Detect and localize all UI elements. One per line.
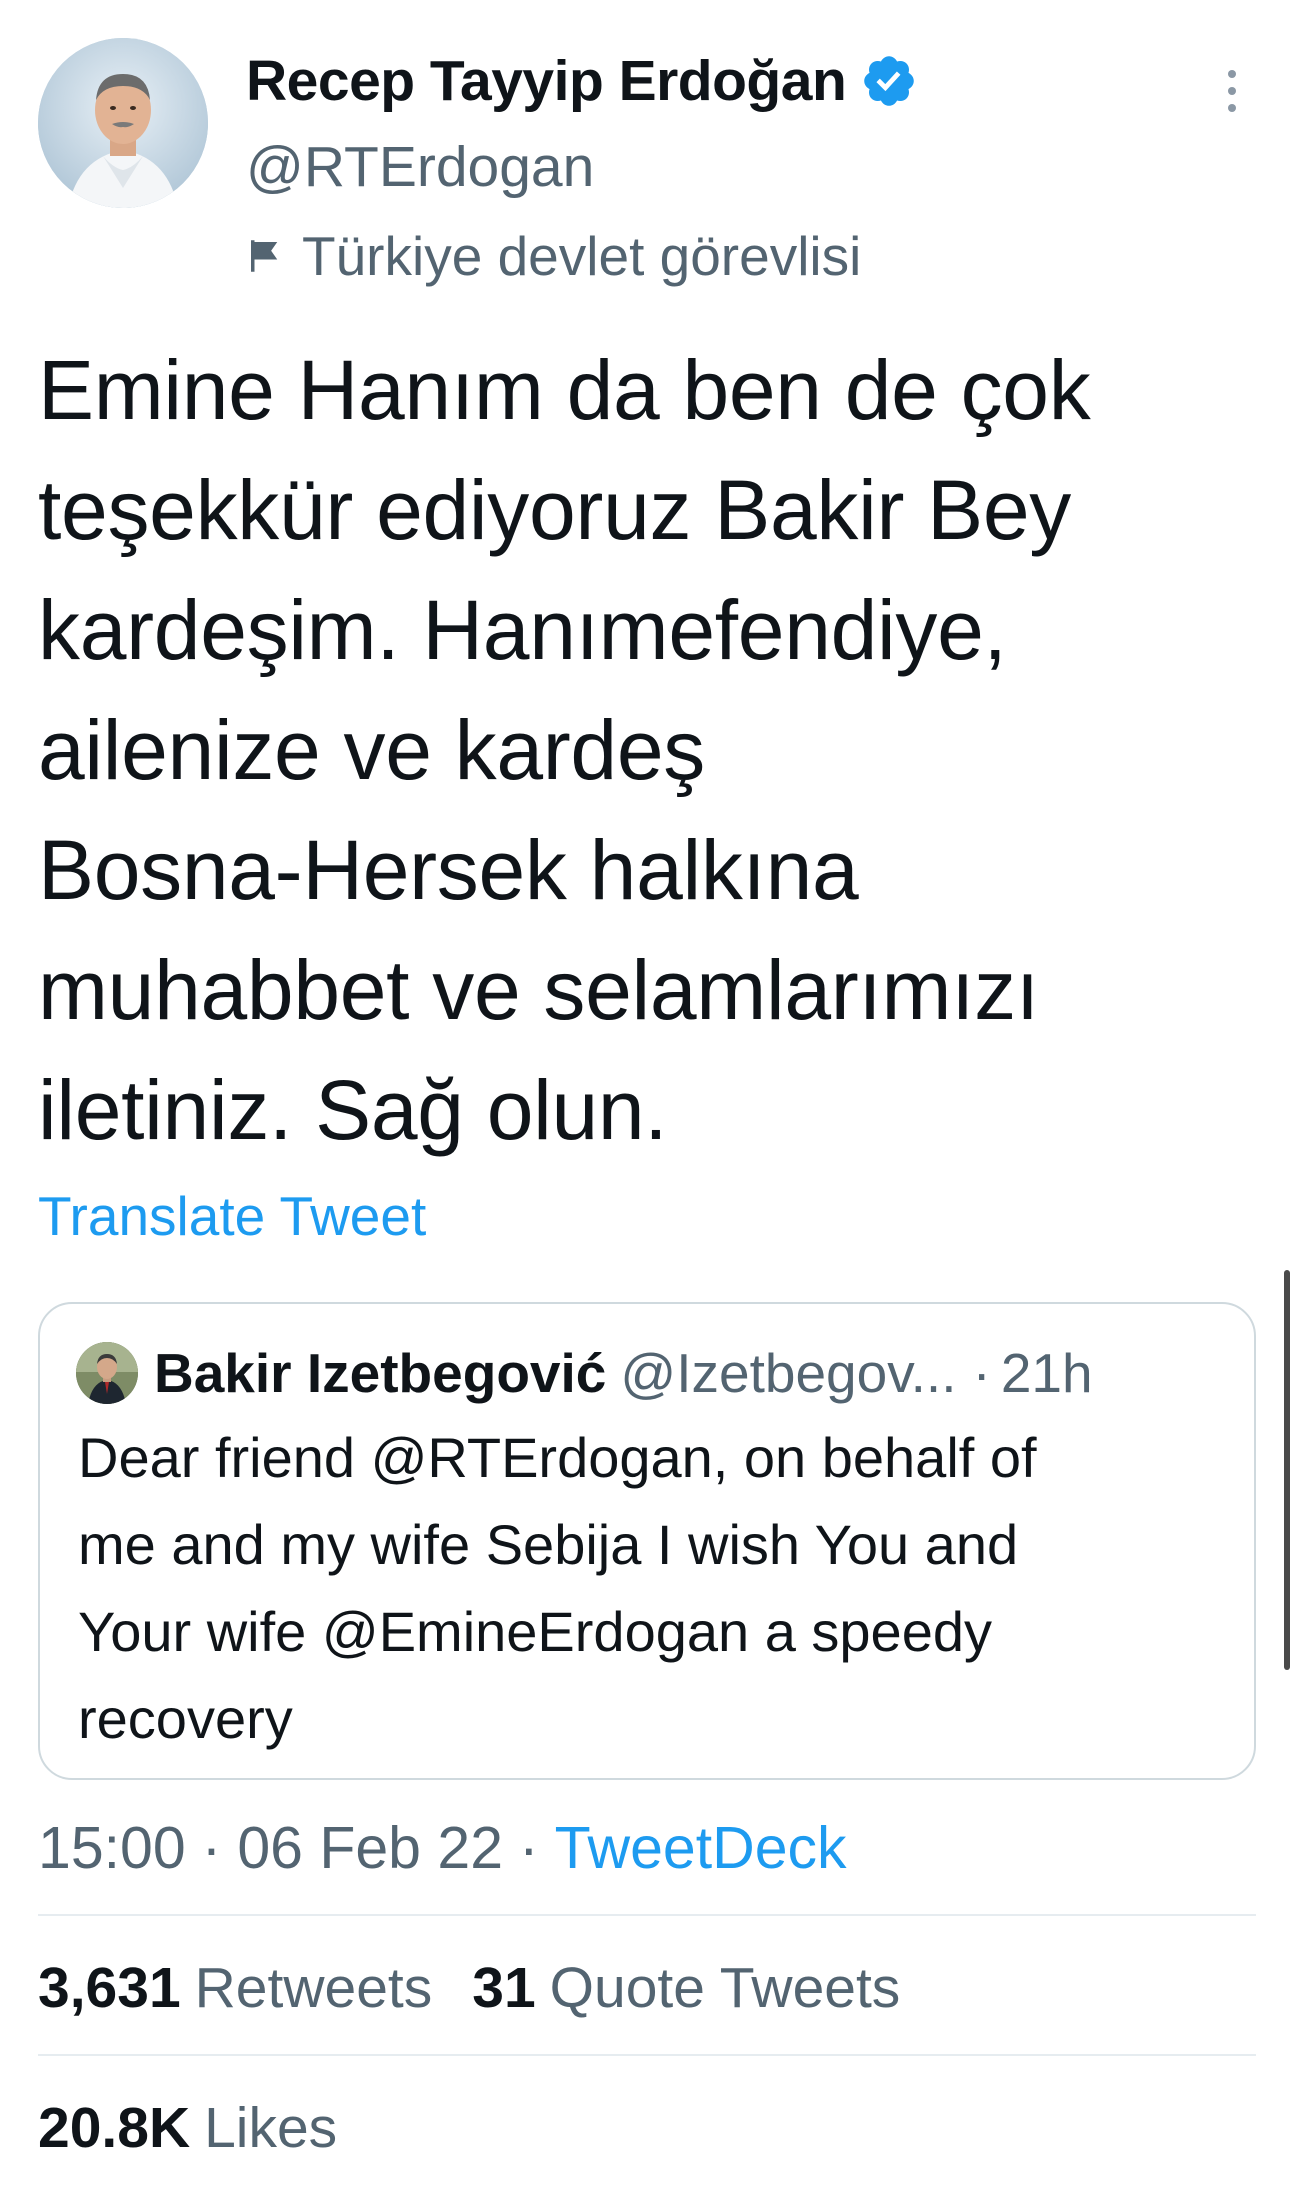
quoted-tweet-header: Bakir Izetbegović @Izetbegov... · 21h [76, 1338, 1226, 1408]
likes-stat[interactable]: 20.8K Likes [38, 2095, 337, 2161]
quoted-tweet-text: Dear friend @RTErdogan, on behalf of me … [78, 1426, 1037, 1750]
government-label[interactable]: Türkiye devlet görevlisi [302, 224, 861, 288]
tweet-date[interactable]: 06 Feb 22 [237, 1814, 503, 1882]
flag-icon [244, 235, 286, 277]
quoted-author-name: Bakir Izetbegović [154, 1342, 607, 1404]
translate-tweet-link[interactable]: Translate Tweet [38, 1184, 426, 1248]
quoted-separator: · [972, 1342, 991, 1404]
likes-stats-row: 20.8K Likes [38, 2088, 377, 2168]
divider [38, 1914, 1256, 1916]
quote-tweets-stat[interactable]: 31 Quote Tweets [472, 1955, 900, 2021]
author-display-name[interactable]: Recep Tayyip Erdoğan [246, 48, 847, 114]
retweets-stat[interactable]: 3,631 Retweets [38, 1955, 432, 2021]
meta-separator: · [519, 1815, 539, 1881]
quoted-author-avatar [76, 1342, 138, 1404]
tweet-detail-page: Recep Tayyip Erdoğan @RTErdogan Türkiye … [0, 0, 1290, 2194]
author-handle[interactable]: @RTErdogan [246, 134, 594, 200]
tweet-time[interactable]: 15:00 [38, 1814, 186, 1882]
author-name-row: Recep Tayyip Erdoğan [246, 46, 918, 116]
author-avatar[interactable] [38, 38, 208, 208]
tweet-source-link[interactable]: TweetDeck [555, 1814, 847, 1882]
likes-label: Likes [204, 2096, 338, 2160]
verified-badge-icon [860, 52, 918, 110]
engagement-stats-row: 3,631 Retweets 31 Quote Tweets [38, 1948, 940, 2028]
divider [38, 2054, 1256, 2056]
quoted-tweet-time: 21h [1000, 1342, 1093, 1404]
scrollbar[interactable] [1284, 1270, 1290, 1670]
quoted-author-handle: @Izetbegov... [620, 1342, 957, 1404]
tweet-meta-row: 15:00 · 06 Feb 22 · TweetDeck [38, 1808, 847, 1888]
tweet-text: Emine Hanım da ben de çok teşekkür ediyo… [38, 343, 1091, 1157]
retweets-label: Retweets [194, 1956, 433, 2020]
quote-tweets-label: Quote Tweets [549, 1956, 901, 2020]
avatar-photo-icon [38, 38, 208, 208]
government-label-row: Türkiye devlet görevlisi [244, 222, 861, 290]
quoted-tweet-card[interactable]: Bakir Izetbegović @Izetbegov... · 21h De… [38, 1302, 1256, 1780]
meta-separator: · [201, 1815, 222, 1881]
more-options-icon[interactable] [1210, 66, 1254, 116]
retweets-count: 3,631 [38, 1956, 181, 2020]
likes-count: 20.8K [38, 2096, 191, 2160]
quote-tweets-count: 31 [472, 1956, 536, 2020]
